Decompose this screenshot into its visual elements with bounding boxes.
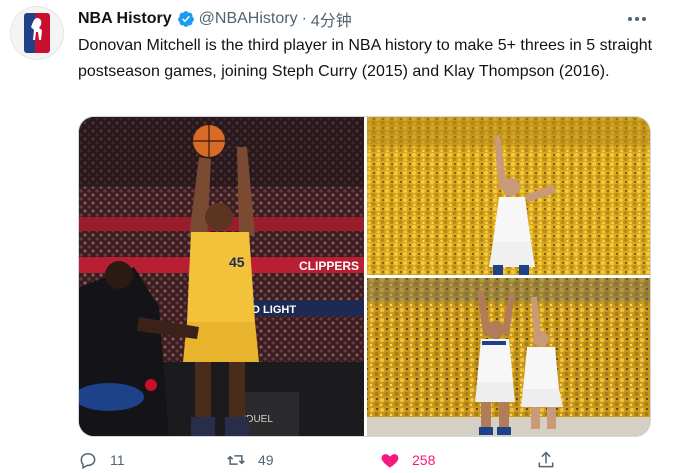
media-image-mitchell[interactable]: CLIPPERS ID LIGHT NDUEL 45 (79, 117, 364, 437)
media-grid: CLIPPERS ID LIGHT NDUEL 45 (78, 116, 651, 437)
like-count: 258 (412, 452, 436, 468)
media-image-thompson[interactable] (367, 278, 651, 437)
reply-icon (80, 452, 96, 470)
action-bar: 11 49 258 (78, 448, 598, 473)
verified-badge-icon (177, 11, 194, 27)
user-handle[interactable]: @NBAHistory (199, 10, 298, 28)
like-button[interactable]: 258 (380, 448, 435, 472)
share-icon (538, 451, 554, 468)
display-name[interactable]: NBA History (78, 10, 172, 28)
more-horizontal-icon (628, 17, 646, 21)
reply-button[interactable]: 11 (78, 448, 125, 472)
share-button[interactable] (536, 448, 556, 472)
nba-logo-icon (24, 13, 50, 53)
media-image-curry[interactable] (367, 117, 651, 275)
arena-banner-text: CLIPPERS (299, 259, 359, 273)
more-options-button[interactable] (626, 8, 648, 30)
heart-filled-icon (381, 454, 399, 468)
tweet-header: NBA History @NBAHistory · 4分钟 (78, 8, 352, 30)
jersey-number: 45 (229, 254, 245, 270)
media-svg: CLIPPERS ID LIGHT NDUEL 45 (79, 117, 651, 437)
retweet-icon (227, 455, 245, 465)
avatar[interactable] (10, 6, 64, 60)
retweet-count: 49 (258, 452, 274, 468)
ad-board-text: ID LIGHT (249, 304, 296, 316)
tweet-card[interactable]: NBA History @NBAHistory · 4分钟 Donovan Mi… (0, 0, 700, 473)
timestamp[interactable]: 4分钟 (311, 7, 352, 31)
retweet-button[interactable]: 49 (226, 448, 274, 472)
tweet-text: Donovan Mitchell is the third player in … (78, 37, 653, 80)
reply-count: 11 (110, 452, 125, 468)
separator-dot: · (301, 10, 307, 27)
